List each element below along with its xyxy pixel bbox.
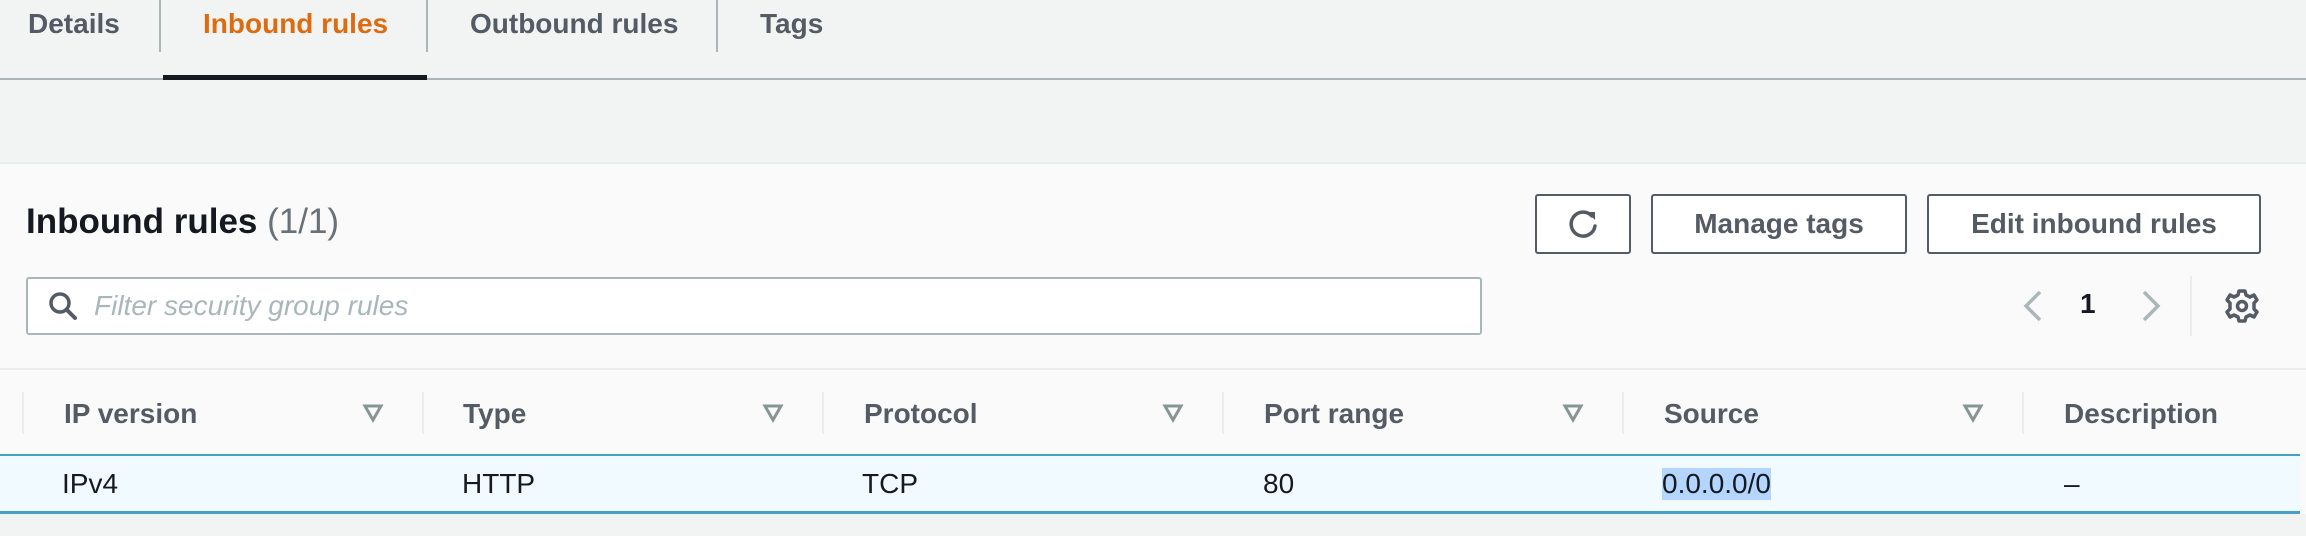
manage-tags-button[interactable]: Manage tags — [1651, 194, 1907, 254]
filter-search-field[interactable] — [26, 277, 1482, 335]
tab-outbound-rules[interactable]: Outbound rules — [470, 0, 678, 80]
tab-details[interactable]: Details — [28, 0, 120, 80]
sort-icon[interactable] — [762, 402, 784, 424]
current-page-number[interactable]: 1 — [2080, 288, 2096, 320]
pagination-divider — [2190, 276, 2192, 336]
sort-icon[interactable] — [1962, 402, 1984, 424]
sort-icon[interactable] — [1562, 402, 1584, 424]
column-divider — [22, 392, 24, 434]
cell-ip-version: IPv4 — [62, 468, 119, 499]
settings-gear-icon[interactable] — [2224, 288, 2260, 324]
refresh-button[interactable] — [1535, 194, 1631, 254]
previous-page-icon[interactable] — [2018, 286, 2048, 326]
search-icon — [49, 292, 77, 320]
cell-source-selected-text: 0.0.0.0/0 — [1662, 468, 1771, 500]
column-header-protocol[interactable]: Protocol — [864, 370, 978, 458]
edit-inbound-rules-button[interactable]: Edit inbound rules — [1927, 194, 2261, 254]
tab-bar: Details Inbound rules Outbound rules Tag… — [0, 0, 2306, 80]
cell-port-range: 80 — [1263, 468, 1295, 499]
column-header-port-range[interactable]: Port range — [1264, 370, 1404, 458]
column-divider — [822, 392, 824, 434]
cell-description: – — [2064, 468, 2080, 499]
table-header: IP version Type Protocol Port range Sour… — [0, 368, 2306, 456]
panel-title-text: Inbound rules — [26, 202, 258, 241]
tab-divider — [426, 0, 428, 52]
cell-protocol: TCP — [862, 468, 918, 499]
cell-source: 0.0.0.0/0 — [1662, 456, 1771, 512]
rule-count: (1/1) — [267, 202, 340, 241]
filter-search-input[interactable] — [94, 290, 1480, 322]
inbound-rules-panel: Inbound rules (1/1) Manage tags Edit inb… — [0, 162, 2306, 514]
tab-tags[interactable]: Tags — [760, 0, 823, 80]
cell-type: HTTP — [462, 468, 536, 499]
sort-icon[interactable] — [362, 402, 384, 424]
column-header-description[interactable]: Description — [2064, 370, 2218, 458]
column-header-ip-version[interactable]: IP version — [64, 370, 197, 458]
next-page-icon[interactable] — [2136, 286, 2166, 326]
column-header-type[interactable]: Type — [463, 370, 526, 458]
sort-icon[interactable] — [1162, 402, 1184, 424]
security-group-page: Details Inbound rules Outbound rules Tag… — [0, 0, 2306, 536]
panel-title: Inbound rules (1/1) — [26, 202, 339, 242]
tab-divider — [716, 0, 718, 52]
column-divider — [1222, 392, 1224, 434]
column-divider — [422, 392, 424, 434]
column-divider — [2022, 392, 2024, 434]
active-tab-indicator — [163, 75, 427, 80]
tab-inbound-rules[interactable]: Inbound rules — [203, 0, 388, 80]
column-header-source[interactable]: Source — [1664, 370, 1759, 458]
tab-divider — [159, 0, 161, 52]
refresh-icon — [1569, 210, 1597, 238]
column-divider — [1622, 392, 1624, 434]
table-row[interactable]: IPv4 HTTP TCP 80 0.0.0.0/0 – — [0, 454, 2300, 514]
